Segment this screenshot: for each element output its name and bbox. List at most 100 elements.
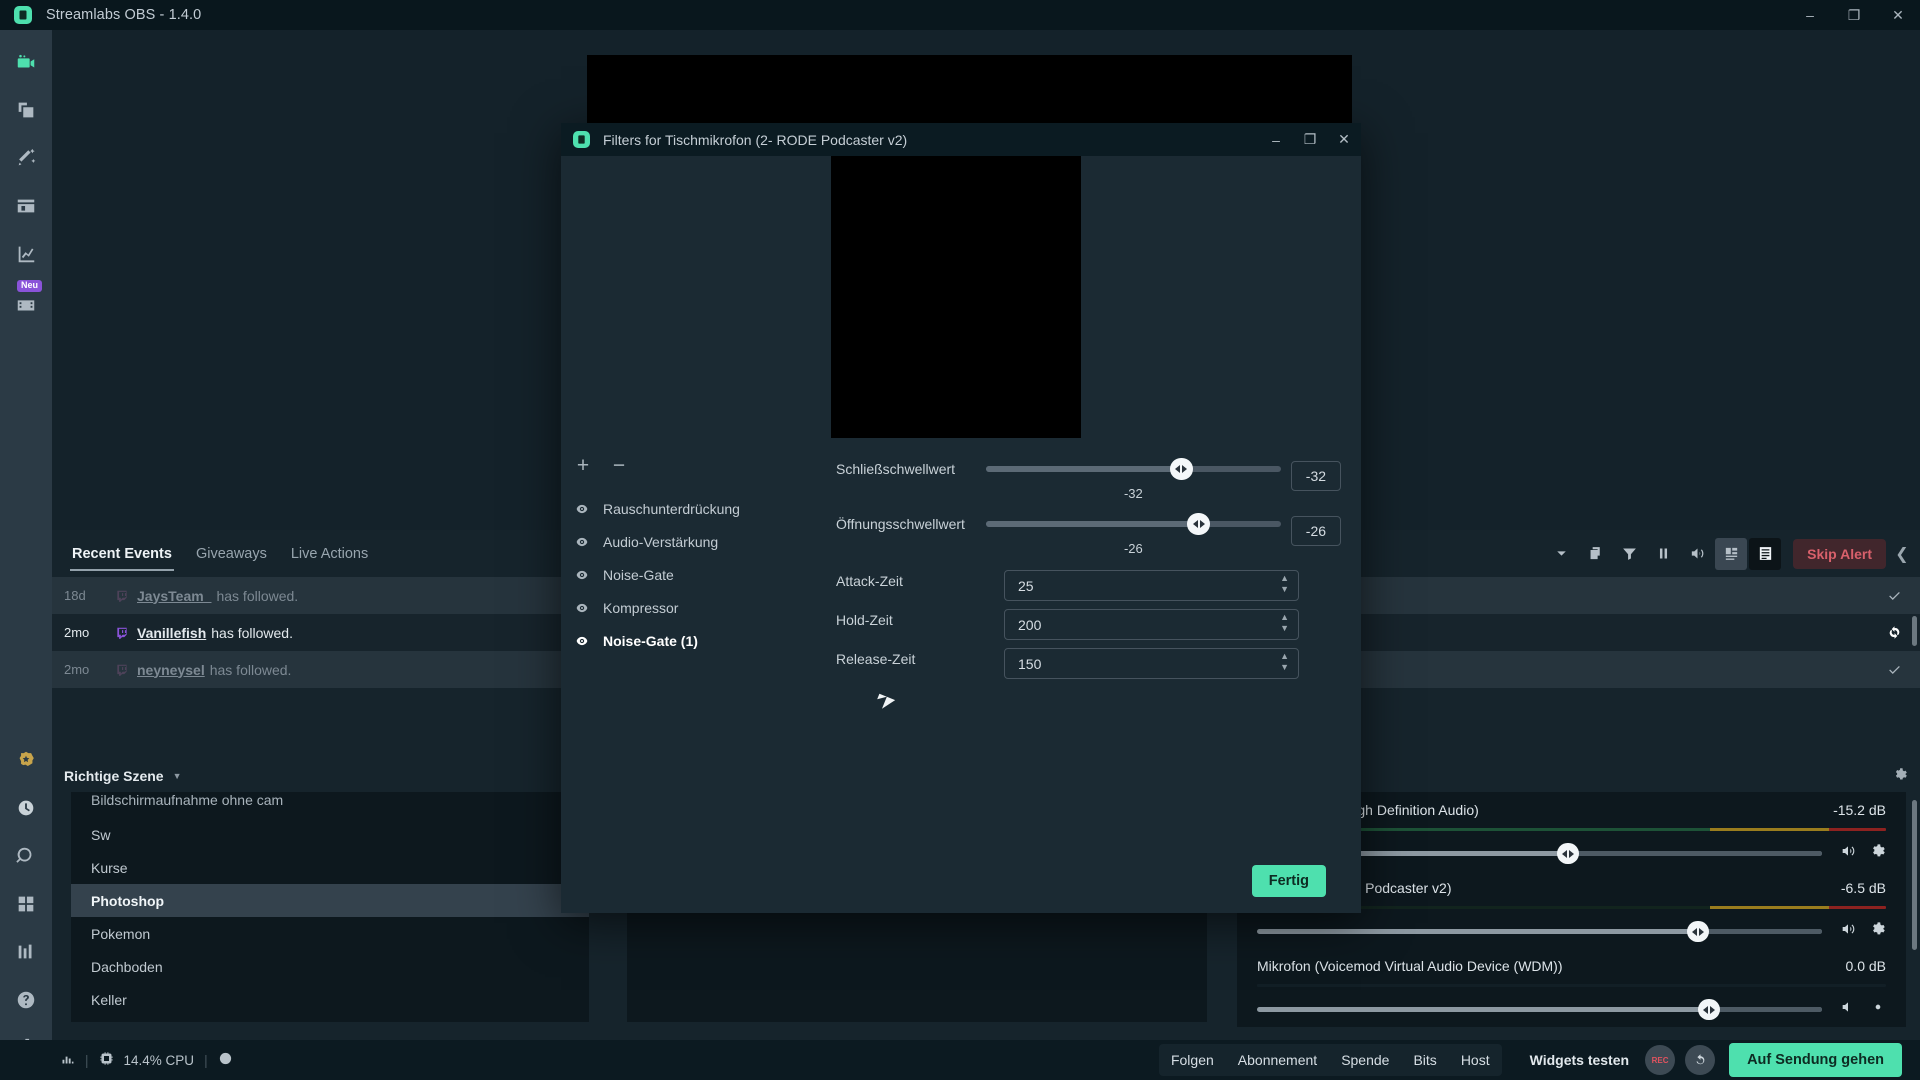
gear-icon[interactable] — [1870, 921, 1886, 942]
card-view-icon[interactable] — [1715, 538, 1747, 570]
rail-item-themes[interactable] — [0, 86, 52, 134]
tab-recent-events[interactable]: Recent Events — [60, 530, 184, 577]
release-stepper[interactable]: ▲▼ — [1280, 652, 1289, 671]
rail-item-prime[interactable] — [0, 736, 52, 784]
chip-abonnement[interactable]: Abonnement — [1226, 1044, 1329, 1076]
rail-item-search[interactable] — [0, 832, 52, 880]
replay-buffer-icon[interactable] — [1685, 1045, 1715, 1075]
event-user[interactable]: Vanillefish — [137, 625, 206, 641]
gear-icon[interactable] — [1893, 767, 1908, 785]
attack-time-input[interactable]: 25 ▲▼ — [1004, 570, 1299, 601]
close-threshold-input[interactable]: -32 — [1291, 461, 1341, 491]
release-time-input[interactable]: 150 ▲▼ — [1004, 648, 1299, 679]
event-user[interactable]: JaysTeam_ — [137, 588, 211, 604]
record-button[interactable]: REC — [1645, 1045, 1675, 1075]
refresh-icon[interactable] — [1887, 625, 1902, 640]
chevron-down-icon[interactable]: ▼ — [173, 771, 182, 781]
rail-bottom-group — [0, 736, 52, 1072]
gear-icon[interactable] — [1870, 999, 1886, 1020]
close-threshold-knob[interactable] — [1170, 458, 1193, 480]
add-filter-button[interactable]: + — [576, 455, 590, 476]
volume-slider-knob[interactable] — [1687, 921, 1709, 942]
chip-host[interactable]: Host — [1449, 1044, 1502, 1076]
filter-item-rauschunterdrueckung[interactable]: Rauschunterdrückung — [561, 492, 816, 525]
volume-icon[interactable] — [1840, 843, 1856, 864]
go-live-button[interactable]: Auf Sendung gehen — [1729, 1043, 1902, 1077]
rail-item-apps[interactable] — [0, 880, 52, 928]
list-view-icon[interactable] — [1749, 538, 1781, 570]
eye-icon[interactable] — [575, 634, 603, 648]
list-item[interactable]: Kurse — [71, 851, 589, 884]
check-icon[interactable] — [1887, 588, 1902, 603]
list-item[interactable]: Keller — [71, 983, 589, 1016]
maximize-button[interactable]: ❐ — [1832, 0, 1876, 30]
rail-item-alertbox[interactable] — [0, 134, 52, 182]
remove-filter-button[interactable]: − — [612, 455, 626, 476]
filter-item-audio-verstaerkung[interactable]: Audio-Verstärkung — [561, 525, 816, 558]
chevron-down-icon[interactable] — [1545, 538, 1577, 570]
list-item[interactable]: Pokemon — [71, 917, 589, 950]
filter-item-kompressor[interactable]: Kompressor — [561, 591, 816, 624]
event-user[interactable]: neyneysel — [137, 662, 205, 678]
rail-item-highlighter[interactable]: Neu — [0, 278, 52, 326]
filter-label: Noise-Gate — [603, 567, 674, 583]
hold-stepper[interactable]: ▲▼ — [1280, 613, 1289, 632]
dialog-footer: Fertig — [561, 855, 1361, 913]
open-threshold-input[interactable]: -26 — [1291, 516, 1341, 546]
chip-spende[interactable]: Spende — [1329, 1044, 1401, 1076]
open-threshold-slider[interactable] — [986, 521, 1281, 527]
filter-item-noise-gate[interactable]: Noise-Gate — [561, 558, 816, 591]
dialog-minimize-button[interactable]: – — [1259, 123, 1293, 156]
volume-icon[interactable] — [1840, 921, 1856, 942]
chip-bits[interactable]: Bits — [1401, 1044, 1448, 1076]
eye-icon[interactable] — [575, 601, 603, 615]
magic-wand-icon — [15, 147, 37, 169]
close-button[interactable]: ✕ — [1876, 0, 1920, 30]
info-icon[interactable] — [218, 1051, 233, 1069]
rail-item-dashboard[interactable] — [0, 230, 52, 278]
hold-time-input[interactable]: 200 ▲▼ — [1004, 609, 1299, 640]
dialog-maximize-button[interactable]: ❐ — [1293, 123, 1327, 156]
eye-icon[interactable] — [575, 535, 603, 549]
attack-stepper[interactable]: ▲▼ — [1280, 574, 1289, 593]
tab-live-actions[interactable]: Live Actions — [279, 530, 380, 577]
filter-item-noise-gate-1[interactable]: Noise-Gate (1) — [561, 624, 816, 657]
volume-slider-knob[interactable] — [1698, 999, 1720, 1020]
list-item[interactable]: Wohnzimmer — [71, 1016, 589, 1022]
events-scrollbar[interactable] — [1912, 616, 1917, 646]
eye-icon[interactable] — [575, 568, 603, 582]
volume-icon[interactable] — [1681, 538, 1713, 570]
volume-slider[interactable] — [1257, 1007, 1822, 1012]
list-item-selected[interactable]: Photoshop — [71, 884, 589, 917]
chevron-left-icon[interactable]: ❮ — [1888, 538, 1916, 570]
rail-badge-new: Neu — [17, 280, 42, 292]
rail-item-nightmode[interactable] — [0, 784, 52, 832]
open-threshold-knob[interactable] — [1187, 513, 1210, 535]
tab-giveaways[interactable]: Giveaways — [184, 530, 279, 577]
check-icon[interactable] — [1887, 662, 1902, 677]
minimize-button[interactable]: – — [1788, 0, 1832, 30]
eye-icon[interactable] — [575, 502, 603, 516]
close-threshold-slider[interactable] — [986, 466, 1281, 472]
rail-item-store[interactable] — [0, 182, 52, 230]
rail-item-layout-editor[interactable] — [0, 928, 52, 976]
list-item[interactable]: Bildschirmaufnahme ohne cam — [71, 792, 589, 818]
list-item[interactable]: Sw — [71, 818, 589, 851]
volume-icon[interactable] — [1840, 999, 1856, 1020]
gear-icon[interactable] — [1870, 843, 1886, 864]
widgets-test-label[interactable]: Widgets testen — [1530, 1052, 1629, 1068]
mixer-scrollbar[interactable] — [1912, 800, 1917, 950]
dialog-close-button[interactable]: ✕ — [1327, 123, 1361, 156]
rail-item-editor[interactable] — [0, 38, 52, 86]
volume-slider-knob[interactable] — [1557, 843, 1579, 864]
chip-folgen[interactable]: Folgen — [1159, 1044, 1226, 1076]
rail-item-help[interactable] — [0, 976, 52, 1024]
copy-icon[interactable] — [1579, 538, 1611, 570]
filter-icon[interactable] — [1613, 538, 1645, 570]
volume-slider[interactable] — [1257, 929, 1822, 934]
skip-alert-button[interactable]: Skip Alert — [1793, 539, 1886, 569]
bar-chart-icon[interactable] — [60, 1051, 75, 1069]
pause-icon[interactable] — [1647, 538, 1679, 570]
list-item[interactable]: Dachboden — [71, 950, 589, 983]
done-button[interactable]: Fertig — [1252, 865, 1326, 897]
